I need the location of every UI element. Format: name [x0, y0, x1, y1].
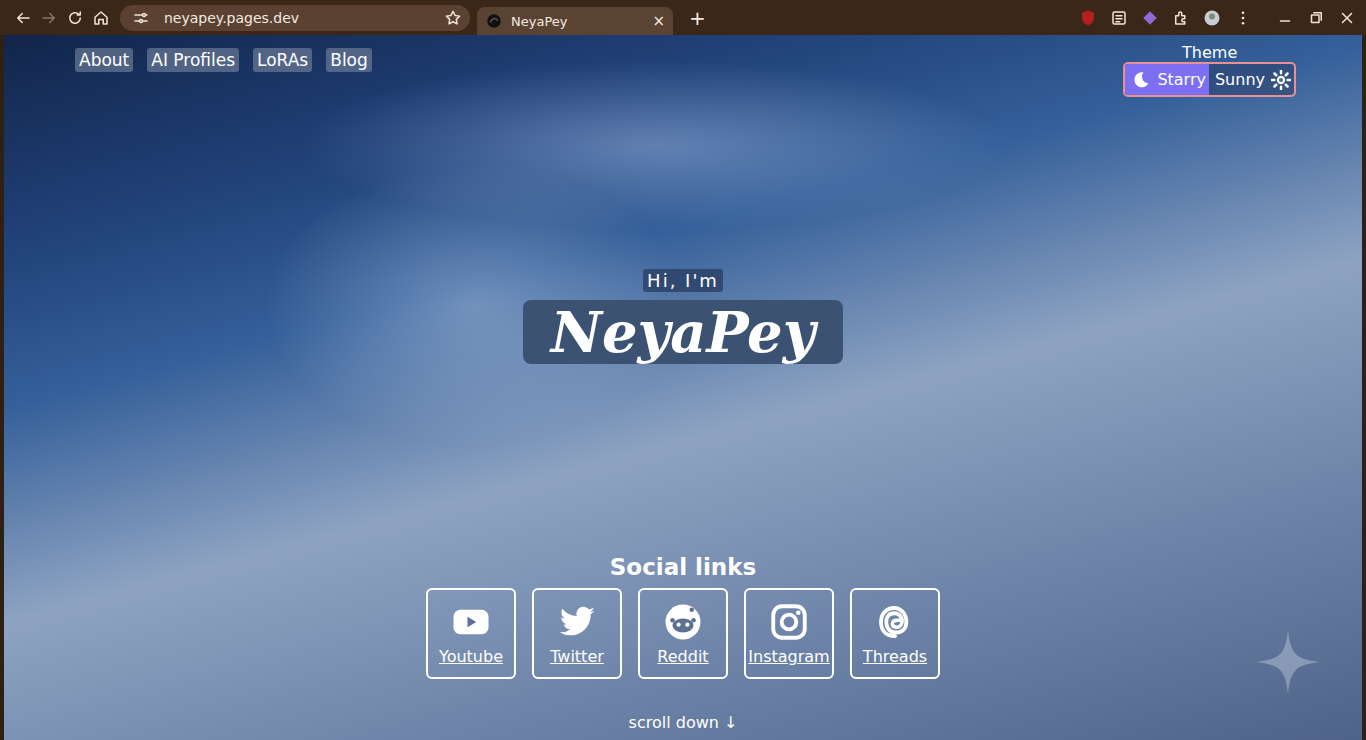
extension-diamond-icon[interactable] — [1137, 5, 1163, 31]
social-section: Social links Youtube Twitter Reddit Instagra… — [4, 552, 1362, 679]
theme-label: Theme — [1182, 43, 1237, 62]
youtube-icon[interactable] — [450, 601, 492, 643]
browser-tab[interactable]: NeyaPey × — [477, 7, 673, 35]
back-icon-svg-icon[interactable] — [14, 9, 32, 27]
reload-icon[interactable] — [62, 5, 88, 31]
favicon-icon-svg-icon — [485, 12, 503, 30]
profile-avatar-icon[interactable] — [1199, 5, 1225, 31]
threads-icon[interactable] — [874, 601, 916, 643]
window-close-icon-svg-icon[interactable] — [1338, 9, 1356, 27]
hero: Hi, I'm NeyaPey — [4, 269, 1362, 364]
twitter-icon[interactable] — [556, 601, 598, 643]
social-link[interactable]: Threads — [850, 588, 940, 679]
reddit-icon-svg-icon[interactable] — [662, 601, 704, 643]
reddit-icon[interactable] — [662, 601, 704, 643]
instagram-icon-svg-icon[interactable] — [768, 601, 810, 643]
bookmark-star-icon-svg-icon[interactable] — [444, 9, 462, 27]
site-nav: About AI Profiles LoRAs Blog — [75, 48, 372, 72]
ublock-icon-svg-icon[interactable] — [1079, 9, 1097, 27]
social-link[interactable]: Instagram — [744, 588, 834, 679]
social-link-label[interactable]: Instagram — [748, 647, 829, 666]
new-tab-button[interactable]: + — [685, 6, 710, 30]
restore-icon[interactable] — [1303, 5, 1329, 31]
moon-icon-svg-icon — [1131, 70, 1151, 90]
youtube-icon-svg-icon[interactable] — [450, 601, 492, 643]
extensions-puzzle-icon-svg-icon[interactable] — [1172, 9, 1190, 27]
twitter-icon-svg-icon[interactable] — [556, 601, 598, 643]
social-link-label[interactable]: Threads — [863, 647, 927, 666]
menu-icon[interactable] — [1230, 5, 1256, 31]
address-text[interactable]: neyapey.pages.dev — [164, 10, 434, 26]
scroll-hint[interactable]: scroll down ↓ — [4, 713, 1362, 732]
back-icon[interactable] — [10, 5, 36, 31]
page-header: About AI Profiles LoRAs Blog Theme Starry Sunn… — [4, 35, 1362, 97]
moon-icon — [1131, 70, 1151, 90]
nav-link[interactable]: Blog — [326, 48, 372, 72]
social-link-label[interactable]: Reddit — [657, 647, 708, 666]
greeting: Hi, I'm — [643, 269, 723, 292]
menu-icon-svg-icon[interactable] — [1234, 9, 1252, 27]
address-bar[interactable]: neyapey.pages.dev — [120, 5, 470, 31]
site-info-icon-svg-icon[interactable] — [132, 9, 150, 27]
theme-option-label[interactable]: Starry — [1157, 70, 1206, 89]
social-link[interactable]: Youtube — [426, 588, 516, 679]
sun-icon — [1271, 70, 1291, 90]
instagram-icon[interactable] — [768, 601, 810, 643]
social-title: Social links — [610, 552, 756, 582]
minimize-icon-svg-icon[interactable] — [1276, 9, 1294, 27]
web-page: About AI Profiles LoRAs Blog Theme Starry Sunn… — [4, 35, 1362, 740]
sparkle-icon-svg-icon — [1256, 630, 1320, 694]
social-links: Youtube Twitter Reddit Instagram Threads — [426, 588, 940, 679]
theme-switcher: Theme Starry Sunny — [1123, 43, 1296, 97]
restore-icon-svg-icon[interactable] — [1307, 9, 1325, 27]
site-name: NeyaPey — [523, 300, 843, 364]
forward-icon-svg-icon[interactable] — [40, 9, 58, 27]
sun-icon-svg-icon — [1271, 70, 1291, 90]
reload-icon-svg-icon[interactable] — [66, 9, 84, 27]
ublock-icon[interactable] — [1075, 5, 1101, 31]
theme-option[interactable]: Sunny — [1209, 64, 1294, 95]
bookmark-star-icon[interactable] — [444, 5, 462, 31]
minimize-icon[interactable] — [1272, 5, 1298, 31]
theme-toggle[interactable]: Starry Sunny — [1123, 62, 1296, 97]
tab-title[interactable]: NeyaPey — [511, 14, 644, 29]
social-link-label[interactable]: Twitter — [550, 647, 604, 666]
window-close-icon[interactable] — [1334, 5, 1360, 31]
nav-link[interactable]: LoRAs — [253, 48, 312, 72]
extensions-puzzle-icon[interactable] — [1168, 5, 1194, 31]
nav-link[interactable]: AI Profiles — [147, 48, 239, 72]
toolbar-extensions — [1075, 5, 1360, 31]
favicon-icon — [485, 8, 503, 34]
site-info-icon[interactable] — [128, 5, 154, 31]
extension-diamond-icon-svg-icon[interactable] — [1141, 9, 1159, 27]
browser-toolbar: neyapey.pages.dev NeyaPey × + — [0, 0, 1366, 35]
theme-option-label[interactable]: Sunny — [1215, 70, 1265, 89]
tab-close[interactable]: × — [652, 12, 665, 30]
reader-icon-svg-icon[interactable] — [1110, 9, 1128, 27]
home-icon[interactable] — [88, 5, 114, 31]
theme-option[interactable]: Starry — [1125, 64, 1209, 95]
nav-link[interactable]: About — [75, 48, 133, 72]
home-icon-svg-icon[interactable] — [92, 9, 110, 27]
profile-avatar-icon-svg-icon[interactable] — [1203, 9, 1221, 27]
forward-icon[interactable] — [36, 5, 62, 31]
social-link-label[interactable]: Youtube — [439, 647, 503, 666]
threads-icon-svg-icon[interactable] — [874, 601, 916, 643]
sparkle-icon — [1256, 630, 1320, 700]
reader-icon[interactable] — [1106, 5, 1132, 31]
social-link[interactable]: Twitter — [532, 588, 622, 679]
social-link[interactable]: Reddit — [638, 588, 728, 679]
